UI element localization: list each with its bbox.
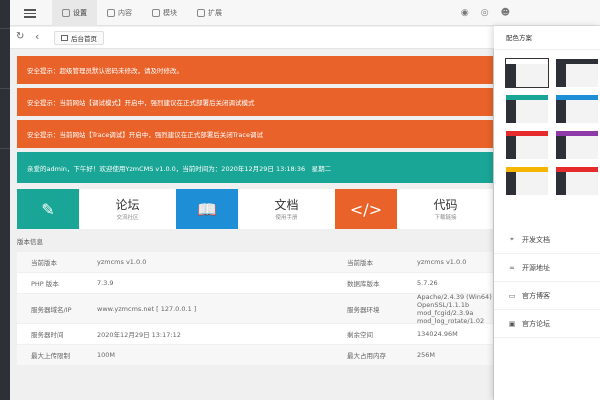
info-value: 134024.96M xyxy=(417,330,458,338)
info-key: 当前版本 xyxy=(347,259,373,267)
message-icon: ▭ xyxy=(508,291,516,300)
tile-code[interactable]: </> 代码 下载链接 xyxy=(335,189,494,229)
alert-text: 安全提示：当前网站【调试模式】开启中，强烈建议在正式部署后关闭调试模式 xyxy=(27,99,255,107)
top-nav: 设置 内容 模块 扩展 xyxy=(52,0,232,26)
info-key: PHP 版本 xyxy=(31,280,59,288)
alert-text: 安全提示：当前网站【Trace调试】开启中，强烈建议在正式部署后关闭Trace调… xyxy=(27,131,263,139)
document-icon xyxy=(107,9,115,17)
menu-toggle-icon[interactable] xyxy=(24,7,36,19)
gear-icon xyxy=(62,9,70,17)
link-label: 开发文档 xyxy=(522,235,550,244)
link-icon: ∞ xyxy=(509,263,515,272)
alert-default-password: 安全提示：超级管理员默认密码未修改，请及时修改。 xyxy=(17,56,494,84)
code-icon: </> xyxy=(335,189,397,229)
table-row: PHP 版本 7.3.9 数据库版本 5.7.26 xyxy=(17,273,500,294)
tile-title: 代码 xyxy=(433,197,458,212)
tile-title: 论坛 xyxy=(115,197,140,212)
link-label: 官方论坛 xyxy=(522,319,550,328)
link-forum[interactable]: ▣ 官方论坛 xyxy=(494,310,600,338)
info-key: 服务器域名/IP xyxy=(31,305,72,314)
table-row: 当前版本 yzmcms v1.0.0 当前版本 yzmcms v1.0.0 xyxy=(17,252,500,273)
nav-item-module[interactable]: 模块 xyxy=(142,0,187,26)
link-label: 开源地址 xyxy=(522,263,550,272)
alert-debug-mode: 安全提示：当前网站【调试模式】开启中，强烈建议在正式部署后关闭调试模式 xyxy=(17,88,494,116)
theme-panel: 配色方案 ⌖ 开发文档 ∞ 开源地址 ▭ 官方博客 ▣ 官方论坛 xyxy=(494,26,600,400)
table-row: 最大上传限制 100M 最大占用内存 256M xyxy=(17,345,500,366)
paperclip-icon: ⌖ xyxy=(510,235,514,243)
tile-subtitle: 交流社区 xyxy=(116,214,139,221)
nav-item-content[interactable]: 内容 xyxy=(97,0,142,26)
info-key: 服务器时间 xyxy=(31,331,64,339)
quick-links: ✎ 论坛 交流社区 📖 文档 使用手册 </> 代码 下载链接 xyxy=(17,189,494,229)
tab-home[interactable]: 后台首页 xyxy=(54,31,104,45)
forum-icon: ▣ xyxy=(508,319,516,328)
nav-item-label: 内容 xyxy=(118,9,132,17)
info-value: 5.7.26 xyxy=(417,279,438,287)
welcome-banner: 亲爱的admin，下午好！欢迎使用YzmCMS v1.0.0，当前时间为：202… xyxy=(17,152,494,183)
nav-item-label: 模块 xyxy=(163,9,177,17)
panel-title: 配色方案 xyxy=(494,26,600,50)
tile-forum[interactable]: ✎ 论坛 交流社区 xyxy=(17,189,176,229)
info-key: 数据库版本 xyxy=(347,280,380,288)
link-label: 官方博客 xyxy=(522,291,550,300)
info-value: 100M xyxy=(97,351,116,359)
info-key: 服务器环境 xyxy=(347,305,380,314)
info-key: 剩余空间 xyxy=(347,331,373,339)
theme-icon[interactable]: ◉ xyxy=(461,8,469,18)
theme-swatch[interactable] xyxy=(505,58,549,88)
panel-links: ⌖ 开发文档 ∞ 开源地址 ▭ 官方博客 ▣ 官方论坛 xyxy=(494,226,600,338)
theme-swatch[interactable] xyxy=(556,131,598,159)
info-key: 最大上传限制 xyxy=(31,352,70,360)
fullscreen-icon[interactable]: ◎ xyxy=(481,8,489,18)
theme-swatch[interactable] xyxy=(506,95,548,123)
refresh-icon[interactable]: ↻ xyxy=(16,31,24,42)
home-icon xyxy=(61,35,68,41)
left-sidebar xyxy=(0,0,10,400)
info-value: yzmcms v1.0.0 xyxy=(97,258,147,266)
theme-swatch[interactable] xyxy=(556,95,598,123)
info-value: www.yzmcms.net [ 127.0.0.1 ] xyxy=(97,304,197,313)
link-blog[interactable]: ▭ 官方博客 xyxy=(494,282,600,310)
top-right-icons: ◉ ◎ ☻ xyxy=(461,0,510,26)
info-key: 最大占用内存 xyxy=(347,352,386,360)
info-value: yzmcms v1.0.0 xyxy=(417,258,467,266)
theme-swatch[interactable] xyxy=(556,59,598,87)
nav-item-label: 扩展 xyxy=(208,9,222,17)
table-row: 服务器时间 2020年12月29日 13:17:12 剩余空间 134024.9… xyxy=(17,324,500,345)
tile-subtitle: 使用手册 xyxy=(275,214,298,221)
nav-item-extend[interactable]: 扩展 xyxy=(187,0,232,26)
info-value: 256M xyxy=(417,351,436,359)
alert-trace-mode: 安全提示：当前网站【Trace调试】开启中，强烈建议在正式部署后关闭Trace调… xyxy=(17,120,494,148)
book-icon: 📖 xyxy=(176,189,238,229)
theme-swatch[interactable] xyxy=(506,131,548,159)
link-source[interactable]: ∞ 开源地址 xyxy=(494,254,600,282)
cube-icon xyxy=(152,9,160,17)
top-navbar: 设置 内容 模块 扩展 ◉ ◎ ☻ xyxy=(10,0,600,26)
link-dev-docs[interactable]: ⌖ 开发文档 xyxy=(494,226,600,254)
theme-swatch[interactable] xyxy=(556,167,598,195)
chevron-left-icon[interactable]: ‹ xyxy=(35,30,39,43)
table-row: 服务器域名/IP www.yzmcms.net [ 127.0.0.1 ] 服务… xyxy=(17,292,500,325)
edit-icon: ✎ xyxy=(17,189,79,229)
tile-title: 文档 xyxy=(274,197,299,212)
theme-swatch[interactable] xyxy=(506,167,548,195)
info-value: 2020年12月29日 13:17:12 xyxy=(97,331,181,339)
welcome-text: 亲爱的admin，下午好！欢迎使用YzmCMS v1.0.0，当前时间为：202… xyxy=(27,164,332,173)
tile-subtitle: 下载链接 xyxy=(434,214,457,221)
nav-item-settings[interactable]: 设置 xyxy=(52,0,97,26)
main-content: 安全提示：超级管理员默认密码未修改，请及时修改。 安全提示：当前网站【调试模式】… xyxy=(10,50,500,400)
tab-home-label: 后台首页 xyxy=(71,35,97,43)
version-info-table: 当前版本 yzmcms v1.0.0 当前版本 yzmcms v1.0.0 PH… xyxy=(17,252,500,366)
puzzle-icon xyxy=(197,9,205,17)
tile-docs[interactable]: 📖 文档 使用手册 xyxy=(176,189,335,229)
info-value: Apache/2.4.39 (Win64) OpenSSL/1.1.1b mod… xyxy=(417,292,492,325)
section-title: 版本信息 xyxy=(17,238,43,246)
user-icon[interactable]: ☻ xyxy=(501,8,510,18)
nav-item-label: 设置 xyxy=(73,9,87,17)
info-key: 当前版本 xyxy=(31,259,57,267)
info-value: 7.3.9 xyxy=(97,279,114,287)
alert-text: 安全提示：超级管理员默认密码未修改，请及时修改。 xyxy=(27,67,183,75)
